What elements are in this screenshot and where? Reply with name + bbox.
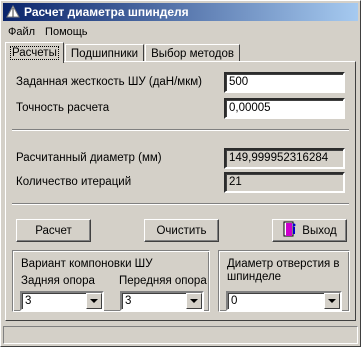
separator (12, 129, 349, 131)
exit-button-label: Выход (302, 224, 337, 237)
diameter-output: 149,999952316284 (224, 148, 345, 169)
bore-label-line1: Диаметр отверстия в (227, 258, 340, 270)
calculate-button-label: Расчет (35, 224, 72, 237)
separator (12, 203, 349, 205)
title-bar[interactable]: Расчет диаметра шпинделя (3, 3, 358, 21)
bore-label-line2: шпинделе (227, 271, 282, 283)
layout-group: Вариант компоновки ШУ Задняя опора Перед… (12, 250, 210, 312)
rear-support-value: 3 (25, 295, 32, 307)
menu-file[interactable]: Файл (3, 26, 40, 38)
precision-label: Точность расчета (16, 102, 110, 114)
exit-button[interactable]: Выход (272, 219, 347, 242)
tab-calculations[interactable]: Расчеты (5, 42, 64, 63)
calculations-panel: Заданная жесткость ШУ (даН/мкм) 500 Точн… (5, 61, 356, 321)
tab-bearings[interactable]: Подшипники (64, 44, 145, 62)
rear-support-select[interactable]: 3 (20, 291, 104, 311)
tab-calculations-label: Расчеты (10, 46, 59, 60)
spindle-app-icon (6, 4, 20, 19)
status-bar (3, 326, 358, 344)
chevron-down-icon[interactable] (86, 293, 102, 309)
calculate-button[interactable]: Расчет (16, 219, 91, 242)
stiffness-label: Заданная жесткость ШУ (даН/мкм) (16, 76, 202, 88)
rear-support-label: Задняя опора (21, 275, 95, 287)
tab-strip: Расчеты Подшипники Выбор методов (5, 42, 241, 63)
menu-help[interactable]: Помощь (40, 26, 93, 38)
layout-group-title: Вариант компоновки ШУ (21, 258, 153, 270)
menu-bar: Файл Помощь (3, 23, 358, 40)
front-support-label: Передняя опора (119, 275, 207, 287)
clear-button[interactable]: Очистить (144, 219, 219, 242)
bore-diameter-value: 0 (231, 295, 238, 307)
front-support-select[interactable]: 3 (120, 291, 204, 311)
iterations-output: 21 (224, 172, 345, 193)
chevron-down-icon[interactable] (186, 293, 202, 309)
front-support-value: 3 (125, 295, 132, 307)
window-title: Расчет диаметра шпинделя (24, 5, 189, 19)
bore-group: Диаметр отверстия в шпинделе 0 (218, 250, 350, 312)
bore-diameter-select[interactable]: 0 (226, 291, 342, 311)
precision-input[interactable]: 0,00005 (224, 98, 345, 119)
stiffness-input[interactable]: 500 (224, 72, 345, 93)
tab-method-selection-label: Выбор методов (151, 47, 235, 60)
tab-method-selection[interactable]: Выбор методов (145, 44, 241, 62)
diameter-label: Расчитанный диаметр (мм) (16, 152, 162, 164)
clear-button-label: Очистить (156, 224, 207, 237)
main-window: Расчет диаметра шпинделя Файл Помощь Рас… (0, 0, 361, 347)
exit-door-icon (282, 221, 302, 240)
iterations-label: Количество итераций (16, 176, 132, 188)
chevron-down-icon[interactable] (324, 293, 340, 309)
tab-bearings-label: Подшипники (70, 47, 139, 60)
